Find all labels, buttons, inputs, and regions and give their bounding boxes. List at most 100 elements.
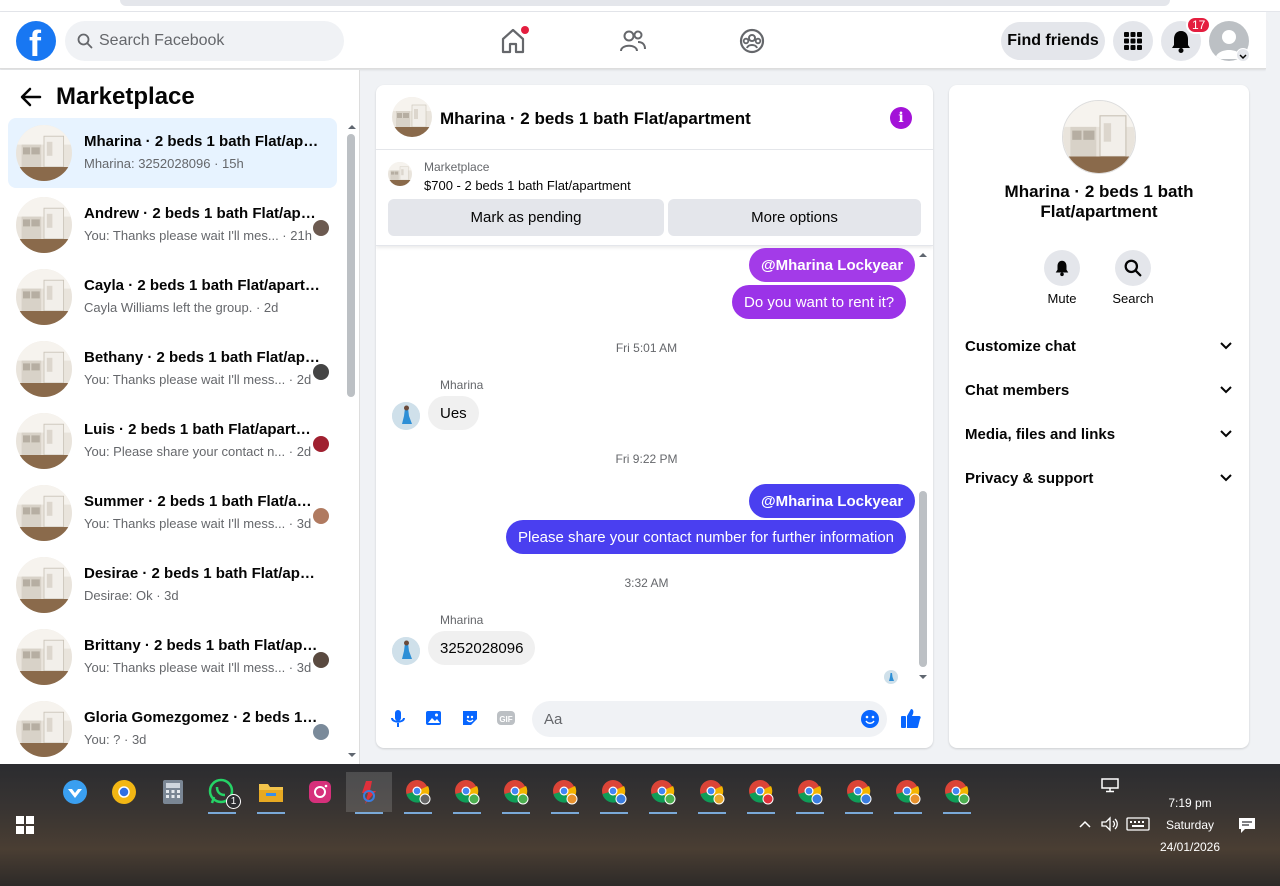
running-indicator	[208, 812, 236, 814]
conversation-item[interactable]: Gloria Gomezgomez · 2 beds 1 bath Flat/a…	[8, 694, 337, 764]
account-chevron-icon[interactable]	[1236, 48, 1250, 62]
details-section-privacy-support[interactable]: Privacy & support	[957, 459, 1241, 499]
like-thumb-icon[interactable]	[899, 706, 923, 730]
active-app-icon[interactable]	[346, 772, 392, 814]
mute-button[interactable]	[1044, 250, 1080, 286]
search-icon	[77, 33, 93, 49]
search-in-conversation-button[interactable]	[1115, 250, 1151, 286]
chrome-profile-icon[interactable]	[447, 772, 487, 814]
gif-icon[interactable]: GIF	[496, 708, 516, 728]
scroll-down-arrow-icon[interactable]	[917, 672, 929, 682]
calculator-icon[interactable]	[153, 772, 193, 812]
menu-button[interactable]	[1113, 21, 1153, 61]
conversation-list-scrollbar[interactable]	[344, 120, 356, 764]
scroll-thumb[interactable]	[919, 491, 927, 667]
incoming-message[interactable]: 3252028096	[428, 631, 536, 665]
outgoing-message-mention[interactable]: @Mharina Lockyear	[749, 484, 916, 518]
conversation-item[interactable]: Desirae · 2 beds 1 bath Flat/apartment De…	[8, 550, 337, 620]
scroll-up-arrow-icon[interactable]	[917, 250, 929, 260]
chrome-profile-icon[interactable]	[594, 772, 634, 814]
conversation-item[interactable]: Brittany · 2 beds 1 bath Flat/apartment Y…	[8, 622, 337, 692]
chrome-profile-icon[interactable]	[398, 772, 438, 814]
conversation-item[interactable]: Summer · 2 beds 1 bath Flat/apartment You…	[8, 478, 337, 548]
chrome-profile-icon[interactable]	[888, 772, 928, 814]
outgoing-message[interactable]: Please share your contact number for fur…	[506, 520, 907, 554]
chrome-canary-icon[interactable]	[104, 772, 144, 812]
section-label: Privacy & support	[965, 470, 1094, 487]
friends-icon[interactable]	[616, 24, 650, 58]
chrome-profile-icon[interactable]	[937, 772, 977, 814]
conversation-name: Bethany · 2 beds 1 bath Flat/apartment	[84, 349, 320, 366]
details-section-media-files-and-links[interactable]: Media, files and links	[957, 415, 1241, 455]
conversation-item[interactable]: Mharina · 2 beds 1 bath Flat/apartment Mh…	[8, 118, 337, 188]
conversation-name: Gloria Gomezgomez · 2 beds 1 bath Flat/a…	[84, 709, 320, 726]
outgoing-message-mention[interactable]: @Mharina Lockyear	[749, 248, 916, 282]
show-hidden-icons-chevron-icon[interactable]	[1078, 819, 1092, 829]
network-icon[interactable]	[1101, 777, 1119, 793]
back-arrow-icon[interactable]	[20, 87, 42, 107]
incoming-message[interactable]: Ues	[428, 396, 479, 430]
instagram-icon[interactable]	[300, 772, 340, 812]
running-indicator	[257, 812, 285, 814]
scroll-up-arrow-icon[interactable]	[346, 122, 358, 132]
chrome-profile-icon[interactable]	[692, 772, 732, 814]
page-scrollbar[interactable]	[1266, 12, 1280, 764]
search-box[interactable]	[65, 21, 344, 61]
message-input[interactable]	[544, 701, 844, 737]
keyboard-icon[interactable]	[1126, 817, 1150, 831]
more-options-button[interactable]: More options	[668, 199, 921, 236]
clock-date[interactable]: 24/01/2026	[1150, 840, 1230, 854]
chrome-profile-icon[interactable]	[643, 772, 683, 814]
microphone-icon[interactable]	[388, 708, 408, 730]
whatsapp-icon[interactable]: 1	[202, 772, 242, 814]
photo-icon[interactable]	[424, 708, 444, 728]
chat-scrollbar[interactable]	[916, 248, 930, 688]
sender-avatar[interactable]	[392, 402, 420, 430]
details-section-customize-chat[interactable]: Customize chat	[957, 327, 1241, 367]
facebook-logo[interactable]: f	[16, 21, 56, 64]
windows-start-icon[interactable]	[16, 816, 34, 834]
section-label: Chat members	[965, 382, 1070, 399]
seen-receipt-avatar	[884, 670, 898, 684]
chrome-profile-icon[interactable]	[790, 772, 830, 814]
search-input[interactable]	[99, 21, 334, 61]
chrome-profile-icon[interactable]	[839, 772, 879, 814]
windows-taskbar: 1 7:19 pm Saturday 24/01/2026	[0, 764, 1280, 886]
listing-thumbnail	[16, 557, 72, 613]
notification-count-badge: 17	[1186, 16, 1212, 34]
sticker-icon[interactable]	[460, 708, 480, 728]
message-input-field[interactable]	[532, 701, 887, 737]
chrome-profile-icon[interactable]	[741, 772, 781, 814]
chrome-profile-icon[interactable]	[496, 772, 536, 814]
volume-icon[interactable]	[1100, 816, 1120, 832]
sender-avatar[interactable]	[392, 637, 420, 665]
info-icon[interactable]: i	[890, 107, 912, 129]
details-section-chat-members[interactable]: Chat members	[957, 371, 1241, 411]
mark-as-pending-button[interactable]: Mark as pending	[388, 199, 664, 236]
scroll-down-arrow-icon[interactable]	[346, 750, 358, 760]
chat-title[interactable]: Mharina · 2 beds 1 bath Flat/apartment	[440, 109, 751, 129]
chrome-profile-icon[interactable]	[545, 772, 585, 814]
file-explorer-icon[interactable]	[251, 772, 291, 814]
conversation-item[interactable]: Cayla · 2 beds 1 bath Flat/apartment Cayl…	[8, 262, 337, 332]
scroll-thumb[interactable]	[347, 134, 355, 397]
listing-thumbnail[interactable]	[392, 97, 432, 137]
clock-time[interactable]: 7:19 pm	[1150, 796, 1230, 810]
app-blue-icon[interactable]	[55, 772, 95, 812]
search-label: Search	[1112, 291, 1154, 306]
groups-icon[interactable]	[735, 24, 769, 58]
emoji-icon[interactable]	[860, 709, 880, 729]
conversation-item[interactable]: Andrew · 2 beds 1 bath Flat/apartment You…	[8, 190, 337, 260]
listing-large-thumbnail[interactable]	[1062, 100, 1136, 174]
outgoing-message[interactable]: Do you want to rent it?	[732, 285, 907, 319]
marketplace-label: Marketplace	[424, 160, 490, 174]
action-center-icon[interactable]	[1238, 817, 1256, 834]
conversation-item[interactable]: Luis · 2 beds 1 bath Flat/apartment You: …	[8, 406, 337, 476]
find-friends-button[interactable]: Find friends	[1001, 22, 1105, 60]
conversation-snippet: Mharina: 3252028096 · 15h	[84, 156, 244, 171]
clock-day[interactable]: Saturday	[1150, 818, 1230, 832]
listing-price-title[interactable]: $700 - 2 beds 1 bath Flat/apartment	[424, 178, 631, 193]
conversation-item[interactable]: Bethany · 2 beds 1 bath Flat/apartment Yo…	[8, 334, 337, 404]
listing-thumbnail	[16, 701, 72, 757]
listing-thumbnail	[16, 413, 72, 469]
